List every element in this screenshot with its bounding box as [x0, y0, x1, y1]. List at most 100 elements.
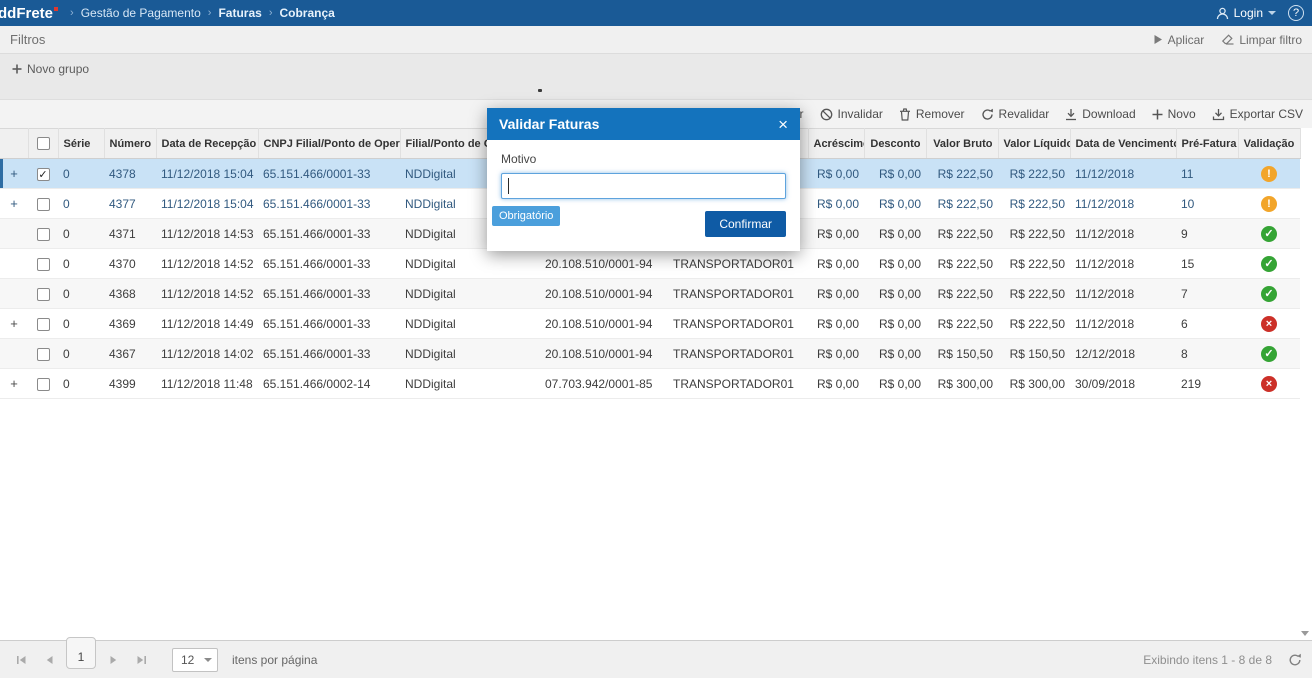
cell-data-recepcao: 11/12/2018 11:48 — [156, 368, 258, 399]
new-group-button[interactable]: Novo grupo — [12, 62, 89, 76]
cell-filial: NDDigital — [400, 248, 540, 279]
table-row[interactable]: 0 4368 11/12/2018 14:52 65.151.466/0001-33 N… — [0, 278, 1300, 309]
cell-filial: NDDigital — [400, 338, 540, 369]
cell-cnpj-filial: 65.151.466/0001-33 — [258, 248, 400, 279]
apply-filter-label: Aplicar — [1167, 32, 1205, 47]
column-header-serie[interactable]: Série — [58, 128, 105, 159]
row-checkbox-cell[interactable] — [28, 308, 58, 339]
help-label: ? — [1292, 7, 1300, 19]
brand-logo[interactable]: ddFrete — [0, 5, 59, 22]
motivo-input-wrap — [501, 173, 786, 199]
error-status-icon: × — [1261, 315, 1277, 332]
export-csv-button[interactable]: Exportar CSV — [1212, 107, 1303, 121]
ok-status-icon: ✓ — [1261, 285, 1277, 302]
invalidate-button[interactable]: Invalidar — [820, 107, 883, 121]
new-button[interactable]: Novo — [1152, 107, 1196, 121]
select-all-checkbox[interactable] — [36, 137, 50, 150]
cell-transportadora: TRANSPORTADOR01 — [668, 338, 808, 369]
column-header-desconto[interactable]: Desconto — [864, 128, 927, 159]
breadcrumb: › Gestão de Pagamento › Faturas › Cobran… — [70, 6, 335, 20]
cell-numero: 4378 — [104, 158, 156, 189]
row-checkbox-cell[interactable] — [28, 278, 58, 309]
breadcrumb-gestao-pagamento[interactable]: Gestão de Pagamento — [81, 6, 201, 20]
row-checkbox-cell[interactable] — [28, 338, 58, 369]
refresh-button[interactable] — [1288, 653, 1302, 667]
pager-summary: Exibindo itens 1 - 8 de 8 — [1143, 652, 1272, 667]
row-expand-toggle[interactable]: + — [0, 308, 28, 339]
scrollbar-down-icon[interactable] — [1301, 631, 1309, 636]
column-header-vencimento[interactable]: Data de Vencimento — [1070, 128, 1177, 159]
next-page-button[interactable] — [102, 649, 124, 671]
column-header-data_recepcao[interactable]: Data de Recepção↓ — [156, 128, 259, 159]
cell-acrescimo: R$ 0,00 — [808, 278, 864, 309]
row-checkbox-cell[interactable]: ✓ — [28, 158, 58, 189]
row-expand-toggle[interactable]: + — [0, 188, 28, 219]
column-header-check[interactable] — [28, 128, 59, 159]
prev-page-button[interactable] — [38, 649, 60, 671]
cell-pre-fatura: 219 — [1176, 368, 1238, 399]
row-checkbox[interactable]: ✓ — [36, 167, 50, 181]
breadcrumb-cobranca[interactable]: Cobrança — [279, 6, 334, 20]
row-expand-toggle[interactable]: + — [0, 368, 28, 399]
revalidate-button[interactable]: Revalidar — [981, 107, 1049, 121]
table-row[interactable]: 0 4367 11/12/2018 14:02 65.151.466/0001-33 N… — [0, 338, 1300, 369]
row-checkbox[interactable] — [36, 257, 50, 271]
cell-valor-bruto: R$ 222,50 — [926, 278, 998, 309]
row-checkbox-cell[interactable] — [28, 188, 58, 219]
cell-pre-fatura: 11 — [1176, 158, 1238, 189]
new-group-label: Novo grupo — [27, 62, 90, 76]
apply-filter-button[interactable]: Aplicar — [1153, 32, 1205, 47]
cell-cnpj-filial: 65.151.466/0002-14 — [258, 368, 400, 399]
table-row[interactable]: +0 4399 11/12/2018 11:48 65.151.466/0002-14… — [0, 368, 1300, 399]
row-checkbox-cell[interactable] — [28, 368, 58, 399]
last-page-button[interactable] — [130, 649, 152, 671]
cell-acrescimo: R$ 0,00 — [808, 368, 864, 399]
first-page-button[interactable] — [10, 649, 32, 671]
cell-data-recepcao: 11/12/2018 14:49 — [156, 308, 258, 339]
row-checkbox[interactable] — [36, 197, 50, 211]
cell-filial: NDDigital — [400, 368, 540, 399]
cell-vencimento: 11/12/2018 — [1070, 278, 1176, 309]
column-header-numero[interactable]: Número — [104, 128, 157, 159]
cell-numero: 4371 — [104, 218, 156, 249]
cell-validacao: × — [1238, 308, 1300, 339]
column-header-pre_fatura[interactable]: Pré-Fatura — [1176, 128, 1239, 159]
row-expand-toggle[interactable]: + — [0, 158, 28, 189]
table-row[interactable]: 0 4370 11/12/2018 14:52 65.151.466/0001-33 N… — [0, 248, 1300, 279]
cell-desconto: R$ 0,00 — [864, 248, 926, 279]
remove-button[interactable]: Remover — [899, 107, 965, 121]
column-header-valor_bruto[interactable]: Valor Bruto — [926, 128, 999, 159]
pagination-bar: 1 12 itens por página Exibindo itens 1 -… — [0, 636, 1312, 678]
help-button[interactable]: ? — [1288, 5, 1304, 21]
column-header-valor_liquido[interactable]: Valor Líquido — [998, 128, 1071, 159]
row-checkbox[interactable] — [36, 377, 50, 391]
login-menu[interactable]: Login — [1216, 6, 1276, 20]
page-size-select[interactable]: 12 — [172, 647, 218, 672]
column-header-validacao[interactable]: Validação — [1238, 128, 1301, 159]
cell-valor-liquido: R$ 222,50 — [998, 218, 1070, 249]
row-checkbox-cell[interactable] — [28, 248, 58, 279]
breadcrumb-separator-icon: › — [207, 7, 212, 19]
clear-filter-button[interactable]: Limpar filtro — [1222, 33, 1302, 47]
cell-desconto: R$ 0,00 — [864, 338, 926, 369]
row-checkbox[interactable] — [36, 317, 50, 331]
breadcrumb-faturas[interactable]: Faturas — [218, 6, 261, 20]
row-checkbox-cell[interactable] — [28, 218, 58, 249]
login-label: Login — [1233, 6, 1263, 20]
row-checkbox[interactable] — [36, 227, 50, 241]
download-button[interactable]: Download — [1065, 107, 1136, 121]
column-header-cnpj_filial[interactable]: CNPJ Filial/Ponto de Operação — [258, 128, 401, 159]
row-checkbox[interactable] — [36, 347, 50, 361]
cell-data-recepcao: 11/12/2018 14:52 — [156, 278, 258, 309]
cell-numero: 4368 — [104, 278, 156, 309]
close-icon[interactable]: × — [778, 116, 788, 133]
cell-serie: 0 — [58, 308, 104, 339]
trash-icon — [899, 107, 910, 121]
table-row[interactable]: +0 4369 11/12/2018 14:49 65.151.466/0001-33… — [0, 308, 1300, 339]
current-page-button[interactable]: 1 — [66, 636, 96, 669]
row-checkbox[interactable] — [36, 287, 50, 301]
confirm-button[interactable]: Confirmar — [705, 211, 786, 237]
cell-cnpj-filial: 65.151.466/0001-33 — [258, 278, 400, 309]
motivo-input[interactable] — [501, 173, 786, 199]
column-header-acrescimo[interactable]: Acréscimo — [808, 128, 865, 159]
